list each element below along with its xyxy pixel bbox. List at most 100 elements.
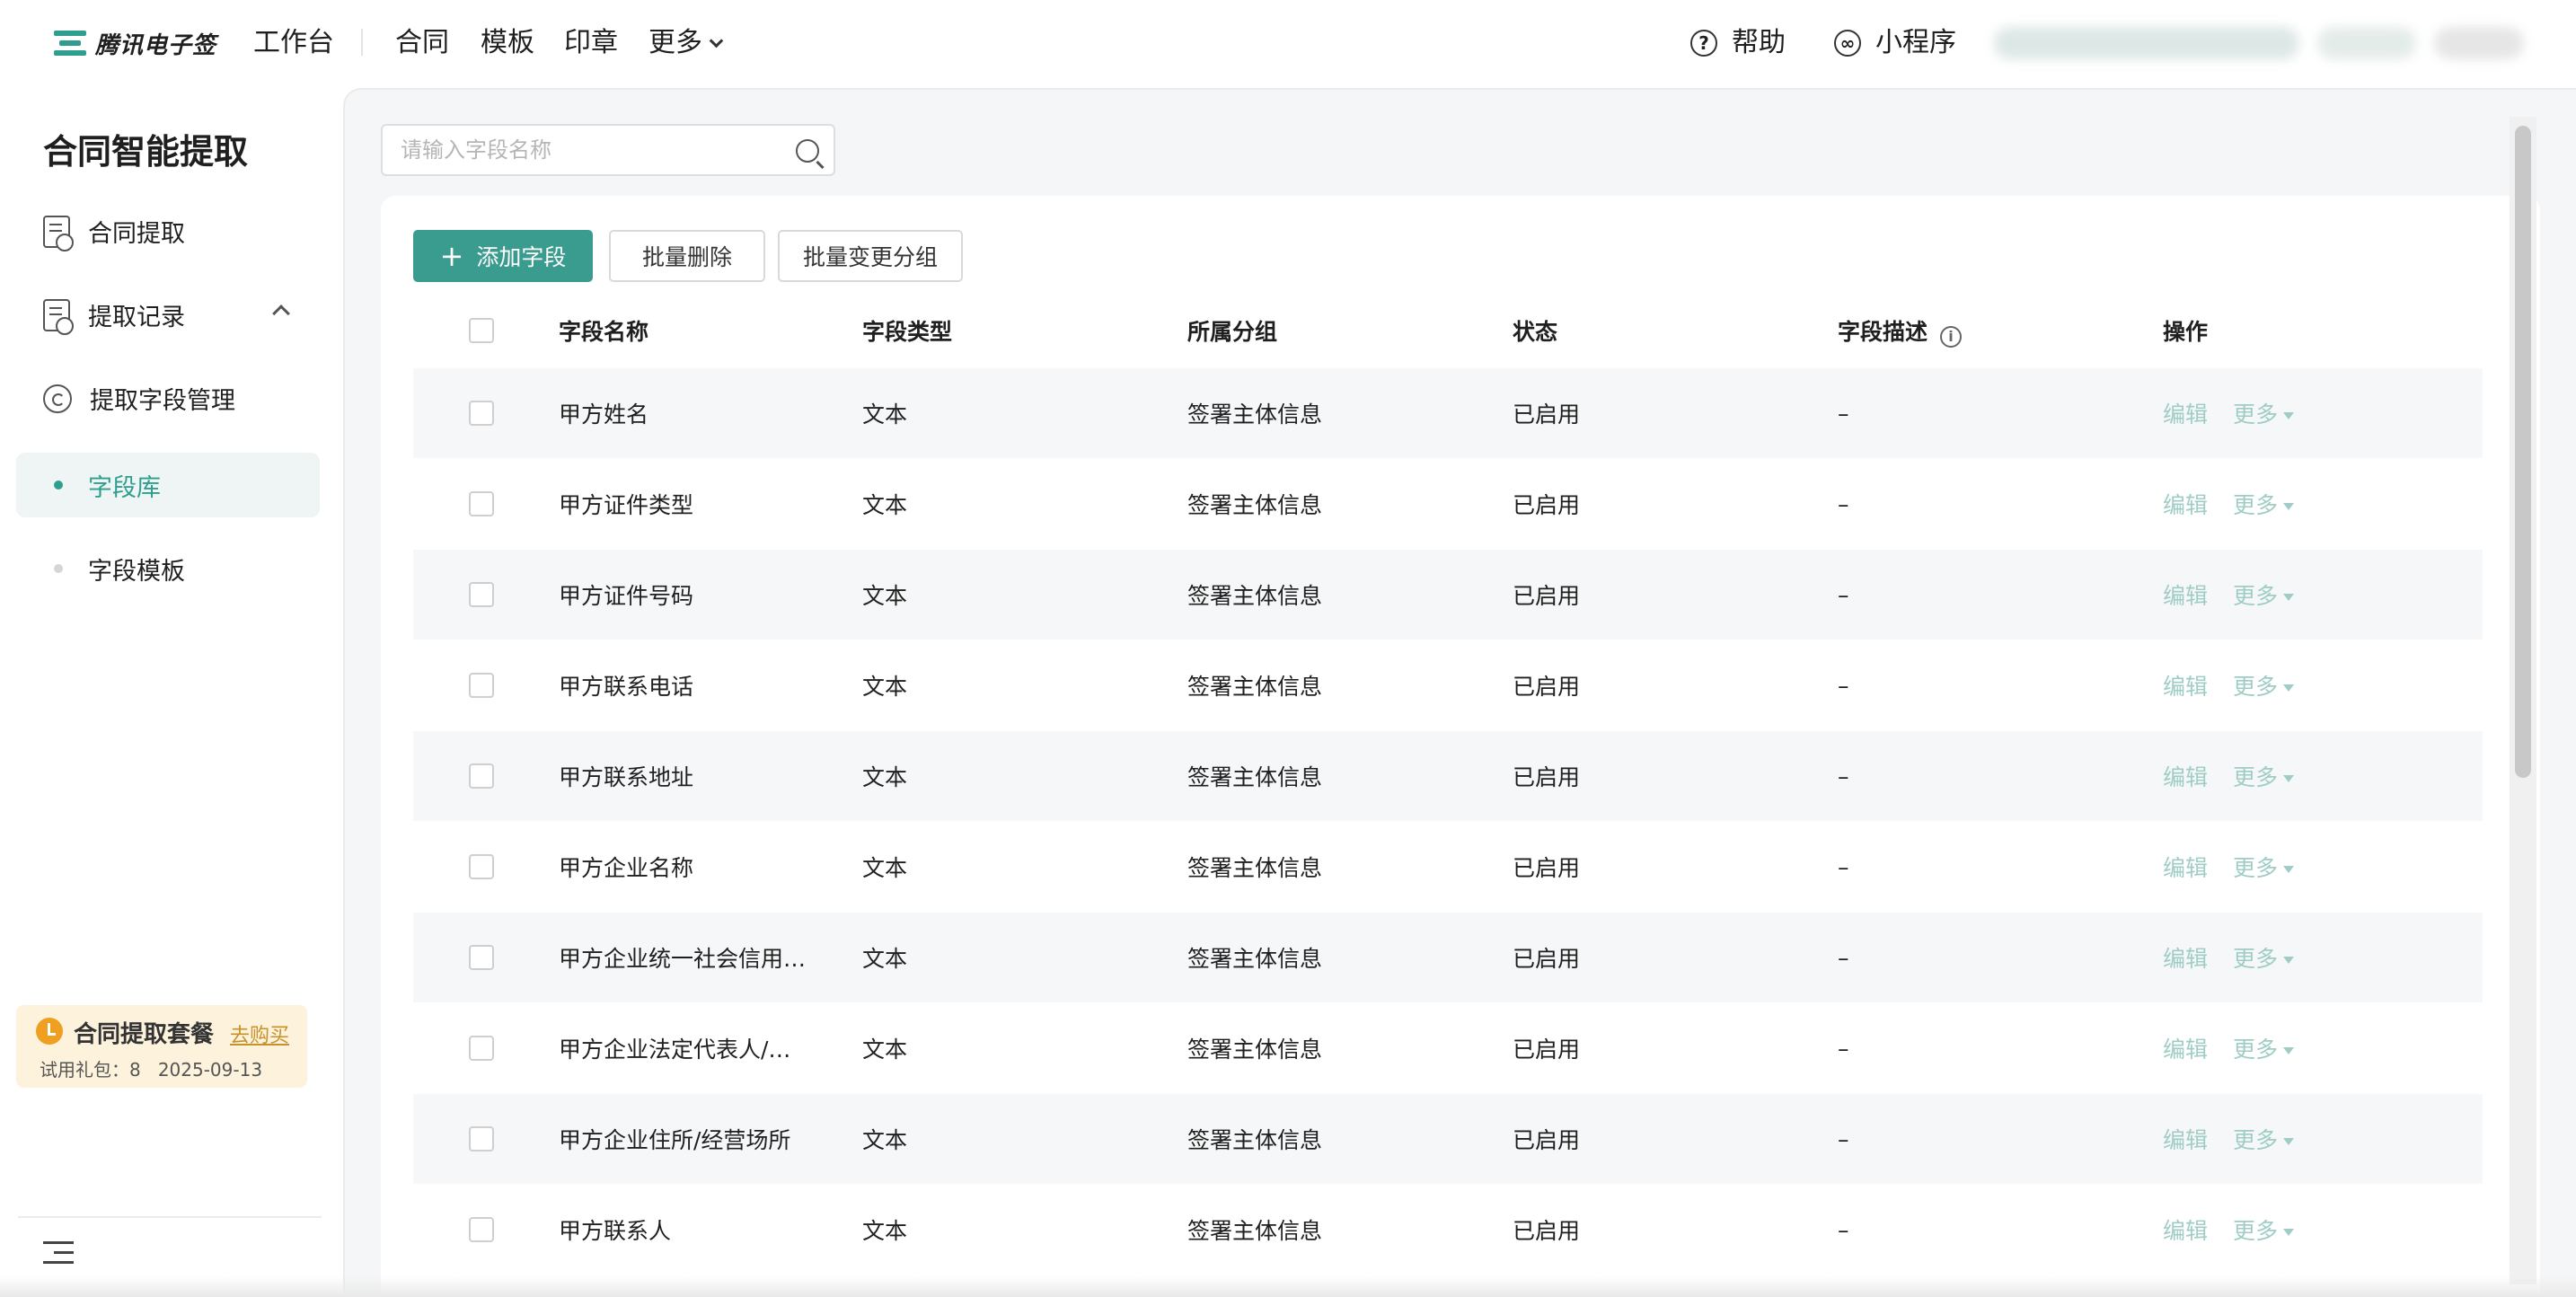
bottom-edge-shadow bbox=[0, 1275, 2576, 1297]
edit-link[interactable]: 编辑 bbox=[2163, 1127, 2208, 1153]
more-dropdown[interactable]: 更多 bbox=[2233, 583, 2295, 609]
row-checkbox[interactable] bbox=[469, 945, 494, 970]
user-menu-blurred[interactable] bbox=[2434, 27, 2524, 59]
col-header-group: 所属分组 bbox=[1187, 319, 1278, 345]
edit-link[interactable]: 编辑 bbox=[2163, 492, 2208, 518]
caret-down-icon bbox=[2283, 1138, 2295, 1145]
cell-status: 已启用 bbox=[1513, 946, 1581, 972]
table-row[interactable]: 甲方企业住所/经营场所 文本 签署主体信息 已启用 – 编辑 更多 bbox=[413, 1094, 2483, 1184]
edit-link[interactable]: 编辑 bbox=[2163, 401, 2208, 428]
edit-link[interactable]: 编辑 bbox=[2163, 946, 2208, 972]
more-label: 更多 bbox=[2233, 1127, 2279, 1153]
sidebar-item-extract-records[interactable]: 提取记录 bbox=[43, 297, 185, 335]
edit-link[interactable]: 编辑 bbox=[2163, 764, 2208, 790]
cell-description: – bbox=[1838, 853, 1849, 880]
help-label: 帮助 bbox=[1732, 27, 1786, 58]
row-checkbox[interactable] bbox=[469, 1036, 494, 1061]
more-label: 更多 bbox=[2233, 674, 2279, 700]
batch-delete-button[interactable]: 批量删除 bbox=[609, 230, 765, 282]
brand-name: 腾讯电子签 bbox=[95, 31, 217, 59]
select-all-checkbox[interactable] bbox=[469, 318, 494, 343]
nav-contract[interactable]: 合同 bbox=[395, 25, 449, 61]
bullet-dot-icon bbox=[54, 481, 63, 490]
cell-group: 签署主体信息 bbox=[1187, 583, 1323, 609]
collapse-menu-icon[interactable] bbox=[43, 1240, 75, 1266]
help-button[interactable]: ? 帮助 bbox=[1690, 25, 1786, 61]
nav-seal[interactable]: 印章 bbox=[564, 25, 618, 61]
edit-link[interactable]: 编辑 bbox=[2163, 1218, 2208, 1244]
sidebar-item-label: 提取记录 bbox=[88, 304, 185, 331]
table-row[interactable]: 甲方姓名 文本 签署主体信息 已启用 – 编辑 更多 bbox=[413, 368, 2483, 458]
more-dropdown[interactable]: 更多 bbox=[2233, 764, 2295, 790]
nav-workbench[interactable]: 工作台 bbox=[253, 25, 334, 61]
chevron-up-icon[interactable] bbox=[272, 304, 290, 322]
sidebar-subitem-label: 字段模板 bbox=[88, 557, 185, 586]
cell-description: – bbox=[1838, 400, 1849, 427]
account-badge-blurred bbox=[2317, 27, 2416, 59]
add-field-button[interactable]: + 添加字段 bbox=[413, 230, 593, 282]
cell-description: – bbox=[1838, 1216, 1849, 1243]
search-icon[interactable] bbox=[796, 139, 819, 163]
cell-status: 已启用 bbox=[1513, 1127, 1581, 1153]
info-icon[interactable]: i bbox=[1940, 325, 1963, 348]
table-row[interactable]: 甲方联系地址 文本 签署主体信息 已启用 – 编辑 更多 bbox=[413, 731, 2483, 821]
search-box bbox=[381, 124, 835, 176]
nav-more[interactable]: 更多 bbox=[648, 25, 724, 61]
edit-link[interactable]: 编辑 bbox=[2163, 1037, 2208, 1063]
more-dropdown[interactable]: 更多 bbox=[2233, 1037, 2295, 1063]
sidebar-title: 合同智能提取 bbox=[43, 132, 249, 172]
table-row[interactable]: 甲方证件号码 文本 签署主体信息 已启用 – 编辑 更多 bbox=[413, 550, 2483, 640]
table-row[interactable]: 甲方联系电话 文本 签署主体信息 已启用 – 编辑 更多 bbox=[413, 640, 2483, 730]
more-dropdown[interactable]: 更多 bbox=[2233, 674, 2295, 700]
sidebar-item-contract-extract[interactable]: 合同提取 bbox=[43, 214, 185, 251]
more-dropdown[interactable]: 更多 bbox=[2233, 946, 2295, 972]
more-dropdown[interactable]: 更多 bbox=[2233, 492, 2295, 518]
cell-field-type: 文本 bbox=[862, 855, 908, 881]
miniapp-button[interactable]: ∞ 小程序 bbox=[1834, 25, 1956, 61]
table-row[interactable]: 甲方企业名称 文本 签署主体信息 已启用 – 编辑 更多 bbox=[413, 822, 2483, 912]
more-dropdown[interactable]: 更多 bbox=[2233, 1127, 2295, 1153]
more-label: 更多 bbox=[2233, 583, 2279, 609]
brand-logo[interactable]: 腾讯电子签 bbox=[54, 25, 216, 61]
cell-field-name: 甲方证件号码 bbox=[559, 583, 694, 609]
edit-link[interactable]: 编辑 bbox=[2163, 855, 2208, 881]
table-row[interactable]: 甲方联系人 文本 签署主体信息 已启用 – 编辑 更多 bbox=[413, 1185, 2483, 1275]
row-checkbox[interactable] bbox=[469, 401, 494, 426]
more-dropdown[interactable]: 更多 bbox=[2233, 1218, 2295, 1244]
table-row[interactable]: 甲方企业法定代表人/… 文本 签署主体信息 已启用 – 编辑 更多 bbox=[413, 1003, 2483, 1093]
row-checkbox[interactable] bbox=[469, 854, 494, 879]
edit-link[interactable]: 编辑 bbox=[2163, 674, 2208, 700]
scrollbar-thumb[interactable] bbox=[2515, 126, 2531, 778]
nav-template[interactable]: 模板 bbox=[481, 25, 534, 61]
more-dropdown[interactable]: 更多 bbox=[2233, 855, 2295, 881]
sidebar-subitem-field-library[interactable]: 字段库 bbox=[16, 453, 320, 517]
table-row[interactable]: 甲方证件类型 文本 签署主体信息 已启用 – 编辑 更多 bbox=[413, 459, 2483, 549]
nav-more-label: 更多 bbox=[648, 27, 702, 58]
cell-ops: 编辑 更多 bbox=[2163, 760, 2295, 792]
miniapp-label: 小程序 bbox=[1875, 27, 1956, 58]
col-header-desc: 字段描述 i bbox=[1838, 314, 1963, 348]
row-checkbox[interactable] bbox=[469, 1126, 494, 1151]
row-checkbox[interactable] bbox=[469, 491, 494, 516]
row-checkbox[interactable] bbox=[469, 1217, 494, 1242]
plus-icon: + bbox=[439, 239, 464, 273]
edit-link[interactable]: 编辑 bbox=[2163, 583, 2208, 609]
account-info-blurred[interactable] bbox=[1994, 27, 2299, 59]
row-checkbox[interactable] bbox=[469, 763, 494, 789]
row-checkbox[interactable] bbox=[469, 673, 494, 698]
clock-icon bbox=[36, 1018, 63, 1045]
cell-ops: 编辑 更多 bbox=[2163, 397, 2295, 429]
field-search-input[interactable] bbox=[401, 126, 778, 174]
cell-description: – bbox=[1838, 763, 1849, 790]
row-checkbox[interactable] bbox=[469, 582, 494, 607]
cell-field-type: 文本 bbox=[862, 674, 908, 700]
cell-field-type: 文本 bbox=[862, 1037, 908, 1063]
add-field-label: 添加字段 bbox=[476, 244, 567, 270]
batch-change-group-button[interactable]: 批量变更分组 bbox=[778, 230, 963, 282]
sidebar-item-field-management[interactable]: 提取字段管理 bbox=[43, 381, 235, 416]
top-bar: 腾讯电子签 工作台 合同 模板 印章 更多 ? 帮助 ∞ 小程序 bbox=[0, 0, 2576, 88]
sidebar-subitem-field-template[interactable]: 字段模板 bbox=[16, 536, 320, 601]
buy-link[interactable]: 去购买 bbox=[230, 1019, 289, 1048]
more-dropdown[interactable]: 更多 bbox=[2233, 401, 2295, 428]
table-row[interactable]: 甲方企业统一社会信用… 文本 签署主体信息 已启用 – 编辑 更多 bbox=[413, 913, 2483, 1002]
